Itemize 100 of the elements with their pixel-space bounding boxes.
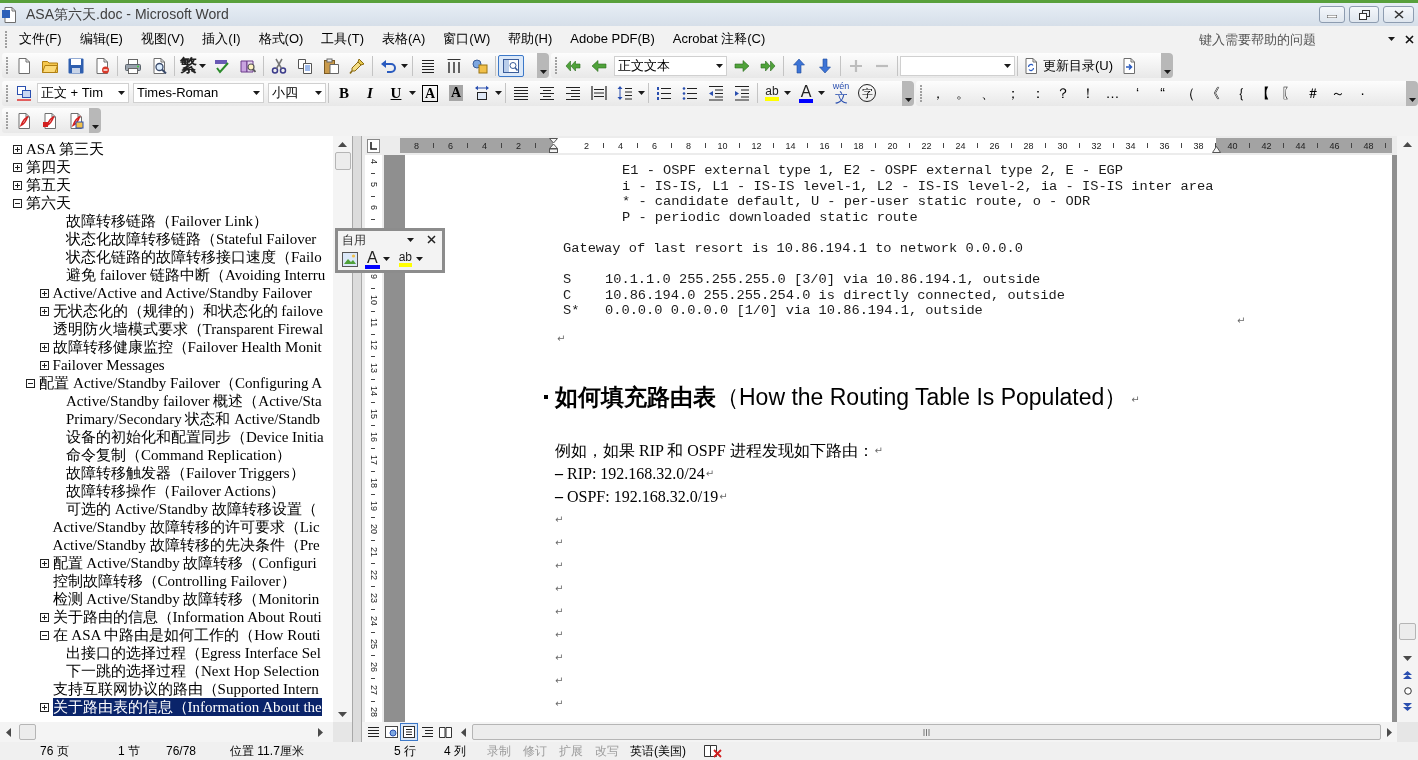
document-map-item[interactable]: ASA 第三天 xyxy=(26,140,104,158)
status-language[interactable]: 英语(美国) xyxy=(630,744,686,758)
shapes-icon[interactable] xyxy=(472,57,488,74)
document-map-item[interactable]: 无状态化的（规律的）和状态化的 failove xyxy=(52,302,323,320)
menu-item[interactable]: Adobe PDF(B) xyxy=(561,29,664,49)
align-center-icon[interactable] xyxy=(539,85,555,101)
phonetic-guide-button[interactable]: wén 文 xyxy=(828,82,854,104)
toolbar-options-button[interactable] xyxy=(537,53,549,78)
numbered-list-icon[interactable] xyxy=(656,85,672,101)
document-map-item[interactable]: 透明防火墙模式要求（Transparent Firewal xyxy=(52,320,324,338)
spellcheck-icon[interactable] xyxy=(214,57,230,74)
document-map-item[interactable]: Active/Standby failover 概述（Active/Sta xyxy=(65,392,322,410)
decrease-indent-icon[interactable] xyxy=(708,85,724,101)
document-map-item[interactable]: 避免 failover 链路中断（Avoiding Interru xyxy=(65,266,326,284)
toolbar-options-button[interactable] xyxy=(89,108,101,133)
symbol-button[interactable]: 【 xyxy=(1250,82,1275,104)
scroll-thumb[interactable] xyxy=(19,724,36,740)
outline-level-select[interactable]: 正文文本 xyxy=(614,55,727,76)
document-map-item[interactable]: 配置 Active/Standby 故障转移（Configuri xyxy=(52,554,317,572)
document-map-item[interactable]: 检测 Active/Standby 故障转移（Monitorin xyxy=(52,590,320,608)
caret-icon[interactable] xyxy=(638,91,645,95)
document-map-item[interactable]: Active/Active and Active/Standby Failover xyxy=(52,284,313,302)
convert-button[interactable]: 繁 xyxy=(177,54,199,77)
document-map-item[interactable]: 第六天 xyxy=(26,194,71,212)
scroll-left-icon[interactable] xyxy=(461,727,466,737)
document-map-item[interactable]: 命令复制（Command Replication） xyxy=(65,446,292,464)
underline-button[interactable]: U xyxy=(383,82,409,104)
symbol-button[interactable]: ： xyxy=(1025,82,1050,104)
document-map-item[interactable]: 故障转移链路（Failover Link） xyxy=(65,212,268,230)
caret-icon[interactable] xyxy=(382,257,390,261)
menu-item[interactable]: 工具(T) xyxy=(312,29,373,49)
bold-button[interactable]: B xyxy=(331,82,357,104)
minimize-button[interactable] xyxy=(1319,6,1345,23)
previous-page-icon[interactable] xyxy=(1403,671,1412,679)
page-icon[interactable] xyxy=(16,57,32,74)
align-right-icon[interactable] xyxy=(565,85,581,101)
menu-item[interactable]: 插入(I) xyxy=(193,29,250,49)
document-map-item[interactable]: 下一跳的选择过程（Next Hop Selection xyxy=(65,662,320,680)
document-map-button[interactable] xyxy=(498,54,524,77)
document-map-item[interactable]: 可选的 Active/Standby 故障转移设置（ xyxy=(65,500,317,518)
caret-icon[interactable] xyxy=(495,91,502,95)
document-map-item[interactable]: 关于路由的信息（Information About Routi xyxy=(52,608,322,626)
caret-icon[interactable] xyxy=(199,63,206,68)
plus-box-icon[interactable] xyxy=(39,360,49,370)
columns-icon[interactable] xyxy=(446,57,462,74)
undo-icon[interactable] xyxy=(380,57,396,74)
highlight-button[interactable]: ab xyxy=(398,249,413,269)
picture-icon[interactable] xyxy=(342,251,358,267)
caret-icon[interactable] xyxy=(784,91,791,95)
bulleted-list-icon[interactable] xyxy=(682,85,698,101)
next-page-icon[interactable] xyxy=(1403,703,1412,711)
symbol-button[interactable]: ？ xyxy=(1050,82,1075,104)
symbol-button[interactable]: … xyxy=(1100,82,1125,104)
help-field[interactable]: 键入需要帮助的问题 xyxy=(1199,29,1385,49)
character-shading-button[interactable]: A xyxy=(443,82,469,104)
menu-item[interactable]: 窗口(W) xyxy=(434,29,500,49)
symbol-button[interactable]: 。 xyxy=(950,82,975,104)
printer-icon[interactable] xyxy=(125,57,141,74)
scroll-down-icon[interactable] xyxy=(338,712,347,717)
close-button[interactable] xyxy=(1383,6,1414,23)
symbol-button[interactable]: 〖 xyxy=(1275,82,1300,104)
plus-box-icon[interactable] xyxy=(39,702,49,712)
symbol-button[interactable]: 《 xyxy=(1200,82,1225,104)
arrow-down-icon[interactable] xyxy=(817,57,833,74)
document-map-item[interactable]: 第五天 xyxy=(26,176,71,194)
document-map-item[interactable]: 故障转移操作（Failover Actions） xyxy=(65,482,286,500)
arrow-up-icon[interactable] xyxy=(791,57,807,74)
plus-box-icon[interactable] xyxy=(13,144,22,154)
document-map-item[interactable]: 状态化故障转移链路（Stateful Failover xyxy=(65,230,317,248)
menu-item[interactable]: 表格(A) xyxy=(372,29,435,49)
symbol-button[interactable]: ！ xyxy=(1075,82,1100,104)
symbol-button[interactable]: 、 xyxy=(975,82,1000,104)
close-icon[interactable] xyxy=(1405,34,1414,44)
increase-indent-icon[interactable] xyxy=(734,85,750,101)
document-map-item[interactable]: 状态化链路的故障转移接口速度（Failo xyxy=(65,248,322,266)
right-indent-marker-icon[interactable] xyxy=(1212,146,1221,153)
document-map-item[interactable]: 设备的初始化和配置同步（Device Initia xyxy=(65,428,324,446)
book-cross-icon[interactable] xyxy=(704,744,722,758)
plus-box-icon[interactable] xyxy=(39,612,49,622)
tab-stop-icon[interactable] xyxy=(366,138,380,153)
lines-icon[interactable] xyxy=(420,57,436,74)
copy-icon[interactable] xyxy=(297,57,313,74)
toolbar-options-button[interactable] xyxy=(1161,53,1173,78)
document-map-item[interactable]: 支持互联网协议的路由（Supported Intern xyxy=(52,680,319,698)
document-map-item[interactable]: 出接口的选择过程（Egress Interface Sel xyxy=(65,644,321,662)
view-button[interactable] xyxy=(400,723,418,741)
symbol-button[interactable]: ， xyxy=(925,82,950,104)
document-map-item[interactable]: Primary/Secondary 状态和 Active/Standb xyxy=(65,410,320,428)
page-magnifier-icon[interactable] xyxy=(151,57,167,74)
scroll-up-icon[interactable] xyxy=(338,142,347,147)
caret-icon[interactable] xyxy=(1388,37,1395,41)
update-toc-button[interactable]: 更新目录(U) xyxy=(1020,54,1117,77)
caret-icon[interactable] xyxy=(409,91,416,95)
caret-icon[interactable] xyxy=(416,257,424,261)
font-size-select[interactable]: 小四 xyxy=(268,83,326,103)
plus-box-icon[interactable] xyxy=(39,306,49,316)
paintbrush-icon[interactable] xyxy=(349,57,365,74)
align-justify-icon[interactable] xyxy=(513,85,529,101)
symbol-button[interactable]: ＃ xyxy=(1300,82,1325,104)
symbol-button[interactable]: “ xyxy=(1150,82,1175,104)
